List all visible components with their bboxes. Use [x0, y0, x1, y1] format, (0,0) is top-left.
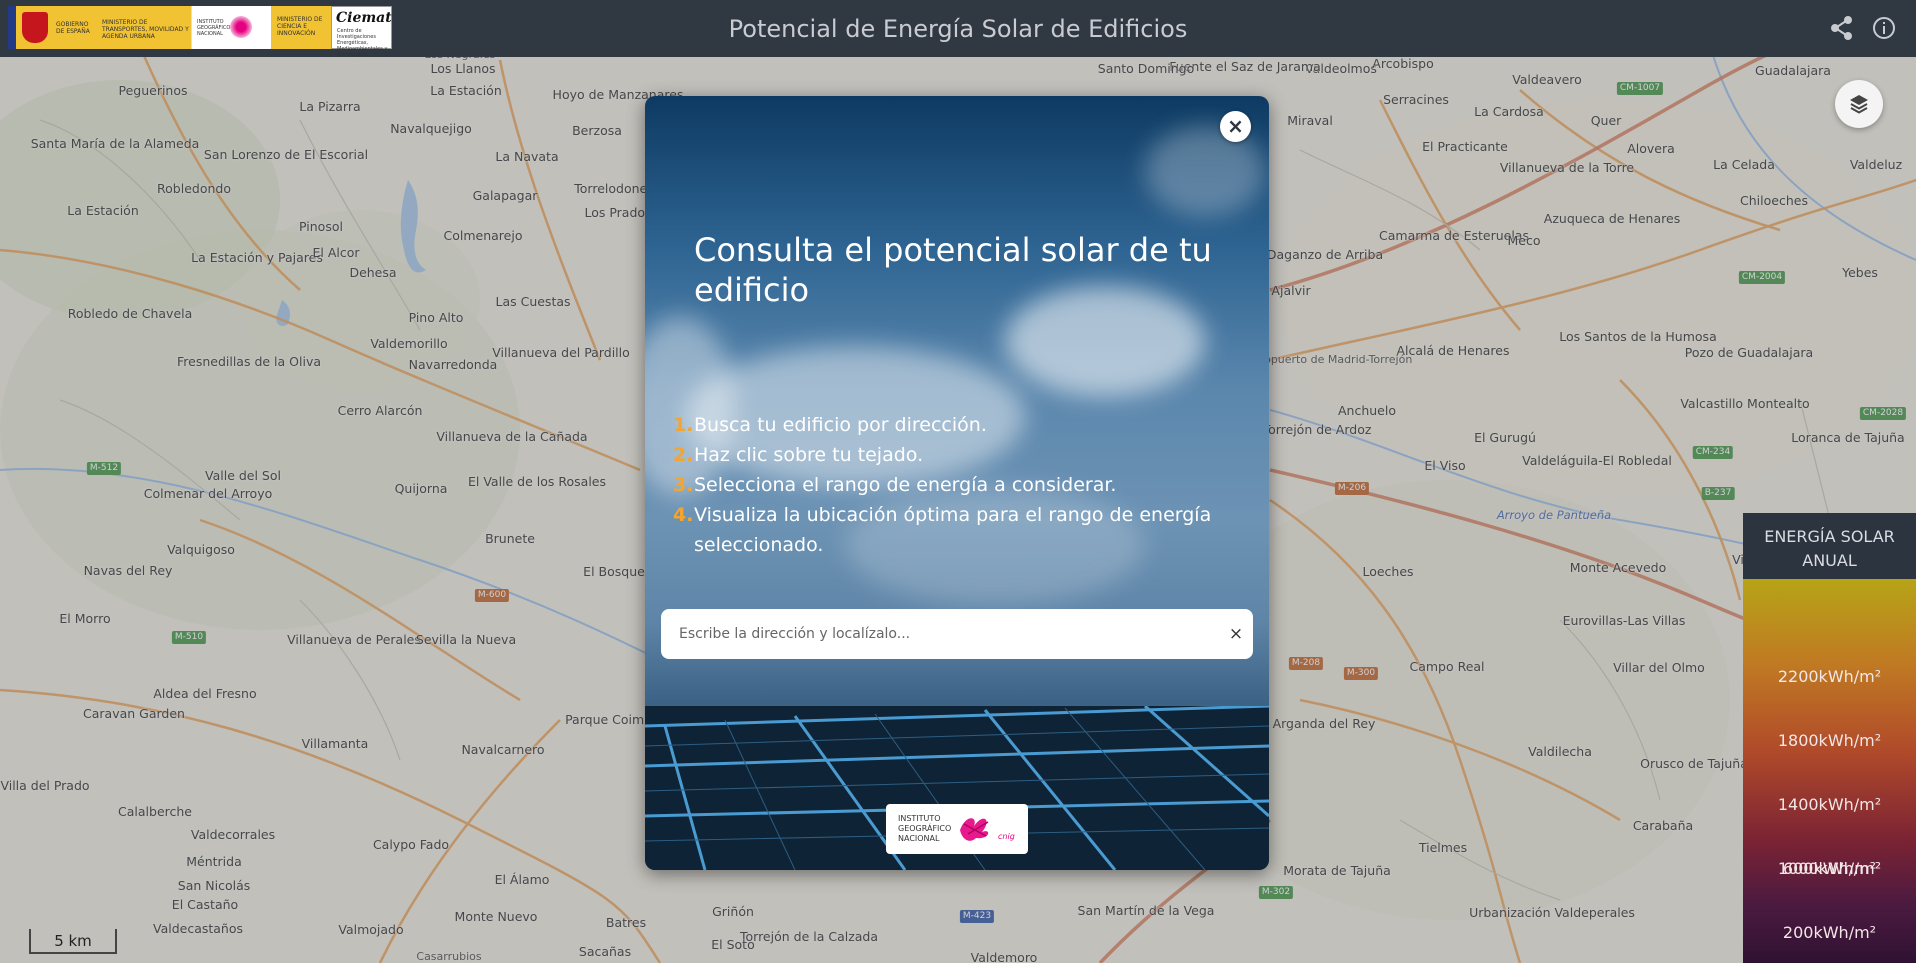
legend-label: 1400kWh/m² [1777, 795, 1882, 814]
step-number: 3. [673, 474, 694, 496]
cnig-mark-icon [960, 818, 989, 841]
app-title: Potencial de Energía Solar de Edificios [728, 15, 1188, 43]
ign-cnig-logo: INSTITUTO GEOGRÁFICO NACIONAL cnig [886, 804, 1028, 854]
address-search: × [661, 609, 1253, 659]
background-cloud [1145, 126, 1265, 216]
layers-button[interactable] [1835, 80, 1883, 128]
step-number: 4. [673, 504, 694, 526]
scale-bar: 5 km [29, 929, 117, 954]
app-header: GOBIERNO DE ESPAÑA MINISTERIO DE TRANSPO… [0, 0, 1916, 58]
welcome-dialog: × Consulta el potencial solar de tu edif… [645, 96, 1269, 870]
energy-legend: ENERGÍA SOLAR ANUAL 2200kWh/m² 1800kWh/m… [1743, 513, 1916, 963]
instructions-list: 1. Busca tu edificio por dirección. 2. Haz… [673, 410, 1243, 560]
instruction-step: 4. Visualiza la ubicación óptima para el … [673, 500, 1243, 560]
step-text: Visualiza la ubicación óptima para el ra… [694, 504, 1212, 556]
step-text: Selecciona el rango de energía a conside… [694, 474, 1117, 496]
legend-color-scale: 2200kWh/m² 1800kWh/m² 1400kWh/m² 1000kWh… [1743, 579, 1916, 963]
address-search-input[interactable] [679, 609, 1209, 659]
info-icon[interactable] [1871, 15, 1897, 41]
step-number: 2. [673, 444, 694, 466]
close-button[interactable]: × [1220, 111, 1251, 142]
cnig-text: cnig [998, 832, 1015, 841]
legend-label: 1800kWh/m² [1777, 731, 1882, 750]
instruction-step: 2. Haz clic sobre tu tejado. [673, 440, 1243, 470]
dialog-title: Consulta el potencial solar de tu edific… [694, 231, 1212, 309]
legend-title: ENERGÍA SOLAR ANUAL [1743, 513, 1916, 579]
instruction-step: 1. Busca tu edificio por dirección. [673, 410, 1243, 440]
step-text: Haz clic sobre tu tejado. [694, 444, 924, 466]
share-icon[interactable] [1829, 15, 1855, 41]
instruction-step: 3. Selecciona el rango de energía a consi… [673, 470, 1243, 500]
ign-badge-text: INSTITUTO GEOGRÁFICO NACIONAL [898, 814, 952, 843]
legend-label: 2200kWh/m² [1777, 667, 1882, 686]
step-number: 1. [673, 414, 694, 436]
legend-label: 200kWh/m² [1782, 923, 1877, 942]
legend-label: 600kWh/m² [1782, 859, 1877, 878]
layers-icon [1850, 95, 1868, 114]
clear-search-icon[interactable]: × [1223, 621, 1249, 647]
step-text: Busca tu edificio por dirección. [694, 414, 987, 436]
